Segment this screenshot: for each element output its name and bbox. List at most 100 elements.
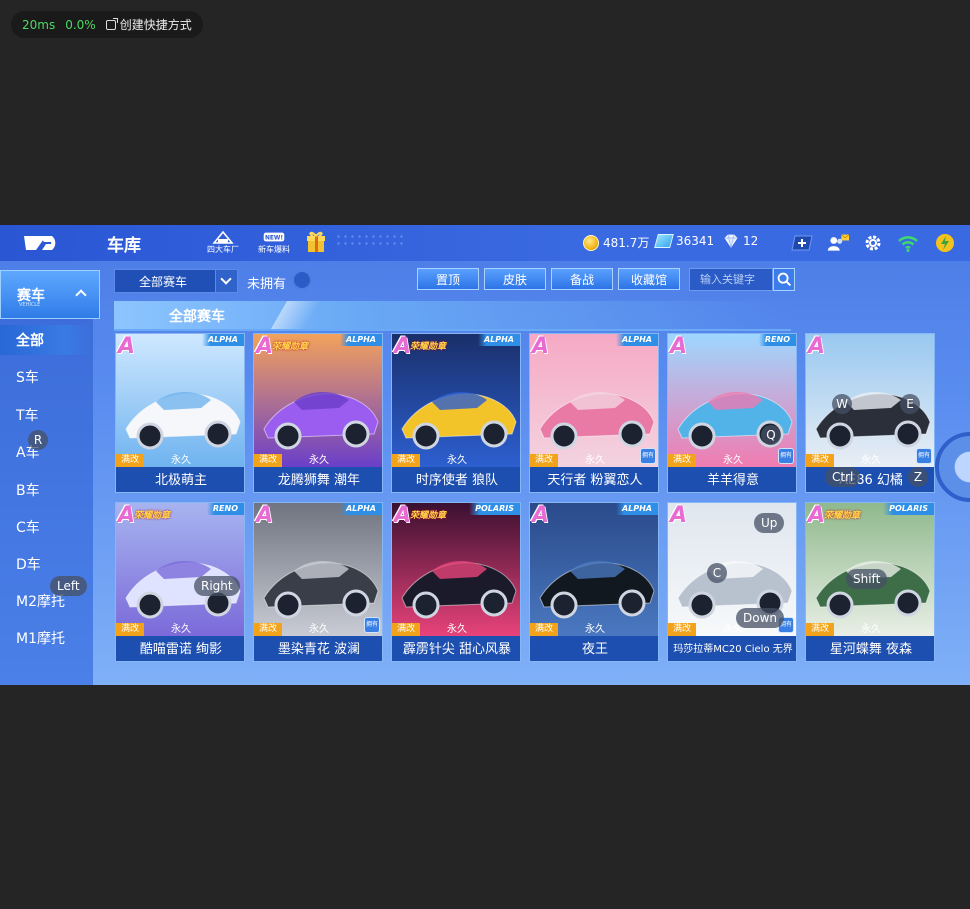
sidebar-item-b[interactable]: B车 — [0, 475, 93, 505]
wifi-signal-icon — [898, 236, 918, 252]
car-filter-select[interactable]: 全部赛车 — [114, 269, 238, 293]
friends-icon[interactable] — [827, 233, 849, 253]
packet-loss-readout: 0.0% — [65, 17, 96, 32]
honor-ribbon: 荣耀勋章 — [824, 511, 861, 521]
permanent-label: 永久 — [723, 455, 743, 466]
settings-gear-icon[interactable] — [862, 233, 884, 253]
full-mod-badge: 满改 — [530, 454, 558, 467]
not-owned-toggle[interactable] — [292, 270, 312, 290]
car-artwork — [392, 334, 520, 467]
header-decor-dots — [335, 233, 405, 247]
four-factories-button[interactable]: 四大车厂 — [201, 229, 245, 257]
gem-value: 12 — [743, 234, 759, 248]
coupon-balance: 36341 — [654, 234, 715, 248]
gift-icon[interactable] — [305, 230, 327, 254]
key-hint-e: E — [900, 394, 920, 414]
create-shortcut-label: 创建快捷方式 — [119, 18, 192, 32]
car-name: 时序使者 狼队 — [392, 467, 520, 492]
car-name: 天行者 粉翼恋人 — [530, 467, 658, 492]
owned-badge: 拥有 — [640, 448, 656, 464]
full-mod-badge: 满改 — [254, 623, 282, 636]
car-grade: A — [808, 334, 826, 359]
search-input[interactable]: 输入关键字 — [689, 268, 773, 291]
full-mod-badge: 满改 — [668, 623, 696, 636]
key-hint-w: W — [832, 394, 852, 414]
sidebar-item-t[interactable]: T车 — [0, 400, 93, 430]
garage-header: 车库 四大车厂 NEW! 新车爆料 481.7万 36341 12 — [0, 225, 970, 261]
car-card[interactable]: A ALPHA 满改 永久 拥有 墨染青花 波澜 — [253, 502, 383, 662]
car-name: 玛莎拉蒂MC20 Cielo 无界 — [668, 636, 796, 661]
car-artwork — [668, 334, 796, 467]
car-filter-value: 全部赛车 — [139, 274, 188, 289]
coin-balance: 481.7万 — [583, 234, 649, 251]
owned-badge: 拥有 — [778, 448, 794, 464]
permanent-label: 永久 — [861, 455, 881, 466]
coupon-icon — [654, 234, 674, 248]
car-brand-tag: ALPHA — [615, 503, 658, 515]
sidebar-head-sublabel: VEHICLE — [19, 302, 41, 308]
sidebar-item-c[interactable]: C车 — [0, 512, 93, 542]
permanent-label: 永久 — [171, 624, 191, 635]
category-sidebar: 赛车 VEHICLE 全部 S车 T车 A车 B车 C车 D车 M2摩托 M1摩… — [0, 270, 100, 685]
key-hint-down: Down — [736, 608, 785, 628]
status-pill: 20ms 0.0% 创建快捷方式 — [11, 11, 203, 38]
section-divider — [114, 329, 791, 331]
side-scroll-handle[interactable] — [935, 432, 970, 502]
car-card[interactable]: A POLARIS 荣耀勋章 满改 永久 霹雳针尖 甜心风暴 — [391, 502, 521, 662]
car-brand-tag: ALPHA — [201, 334, 244, 346]
honor-ribbon: 荣耀勋章 — [410, 342, 447, 352]
game-logo-icon — [24, 236, 56, 250]
key-hint-z: Z — [908, 467, 928, 487]
car-artwork — [392, 503, 520, 636]
car-card[interactable]: A ALPHA 满改 永久 拥有 天行者 粉翼恋人 — [529, 333, 659, 493]
permanent-label: 永久 — [171, 455, 191, 466]
pin-top-button[interactable]: 置顶 — [417, 268, 479, 290]
full-mod-badge: 满改 — [530, 623, 558, 636]
car-card[interactable]: A ALPHA 满改 永久 夜王 — [529, 502, 659, 662]
sidebar-item-m1[interactable]: M1摩托 — [0, 623, 93, 653]
full-mod-badge: 满改 — [392, 454, 420, 467]
car-artwork — [116, 503, 244, 636]
skins-button[interactable]: 皮肤 — [484, 268, 546, 290]
car-grade: A — [118, 503, 136, 528]
car-card[interactable]: A ALPHA 满改 永久 北极萌主 — [115, 333, 245, 493]
sidebar-item-all[interactable]: 全部 — [0, 325, 93, 355]
car-brand-tag: ALPHA — [477, 334, 520, 346]
permanent-label: 永久 — [585, 455, 605, 466]
collection-button[interactable]: 收藏馆 — [618, 268, 680, 290]
full-mod-badge: 满改 — [116, 454, 144, 467]
new-car-news-button[interactable]: NEW! 新车爆料 — [252, 229, 296, 257]
new-badge-icon: NEW! — [263, 232, 285, 242]
full-mod-badge: 满改 — [806, 623, 834, 636]
game-viewport: 车库 四大车厂 NEW! 新车爆料 481.7万 36341 12 赛车 VEH… — [0, 225, 970, 685]
key-hint-r: R — [28, 430, 48, 450]
honor-ribbon: 荣耀勋章 — [272, 342, 309, 352]
four-factories-label: 四大车厂 — [207, 245, 239, 254]
new-car-news-label: 新车爆料 — [258, 245, 290, 254]
car-grade: A — [670, 334, 688, 359]
permanent-label: 永久 — [447, 624, 467, 635]
coupon-value: 36341 — [676, 234, 715, 248]
sidebar-section-vehicle[interactable]: 赛车 VEHICLE — [0, 270, 100, 319]
search-icon[interactable] — [773, 268, 795, 291]
sidebar-item-s[interactable]: S车 — [0, 362, 93, 392]
car-name: 墨染青花 波澜 — [254, 636, 382, 661]
car-card[interactable]: A RENO 满改 永久 拥有 羊羊得意 — [667, 333, 797, 493]
car-card[interactable]: A ALPHA 荣耀勋章 满改 永久 时序使者 狼队 — [391, 333, 521, 493]
car-brand-tag: RENO — [758, 334, 796, 346]
create-shortcut-button[interactable]: 创建快捷方式 — [105, 16, 192, 33]
owned-badge: 拥有 — [916, 448, 932, 464]
sidebar-item-d[interactable]: D车 — [0, 549, 93, 579]
car-artwork — [530, 503, 658, 636]
car-card[interactable]: A ALPHA 荣耀勋章 满改 永久 龙腾狮舞 潮年 — [253, 333, 383, 493]
key-hint-c: C — [707, 563, 727, 583]
section-title: 全部赛车 — [169, 309, 225, 325]
key-hint-q: Q — [761, 425, 781, 445]
prepare-button[interactable]: 备战 — [551, 268, 613, 290]
full-mod-badge: 满改 — [806, 454, 834, 467]
recharge-plus-icon[interactable] — [791, 233, 813, 253]
key-hint-left: Left — [50, 576, 87, 596]
car-name: 星河蝶舞 夜森 — [806, 636, 934, 661]
chevron-up-icon — [75, 289, 87, 301]
car-name: 夜王 — [530, 636, 658, 661]
